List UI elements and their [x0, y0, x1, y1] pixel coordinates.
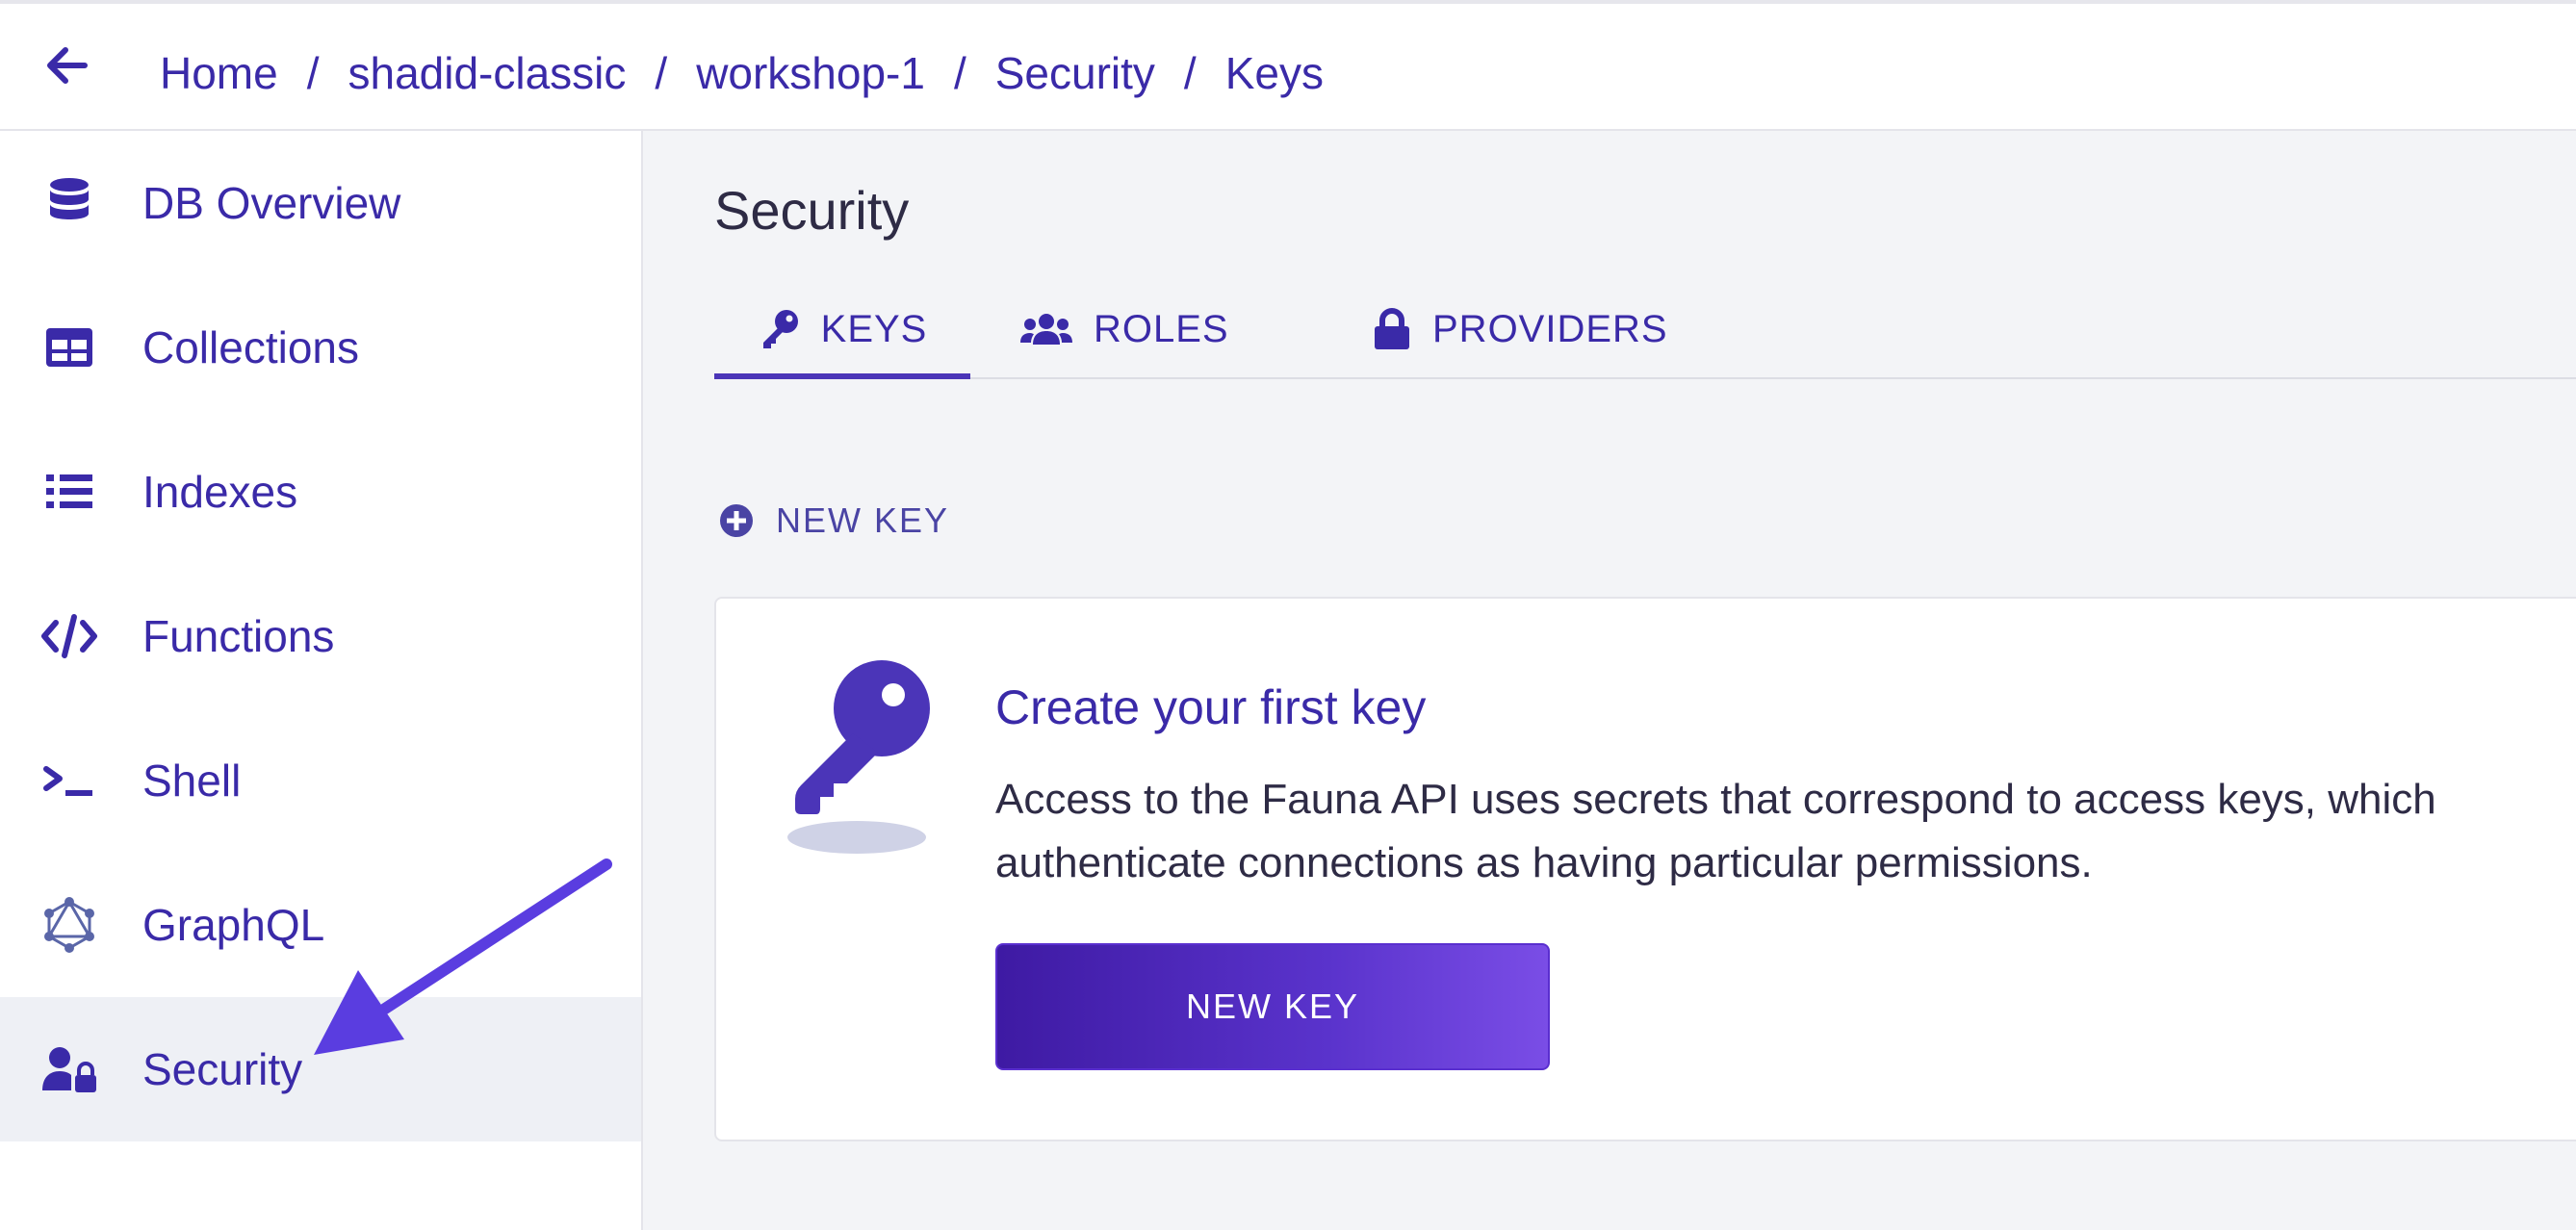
- sidebar-item-shell[interactable]: Shell: [0, 708, 641, 853]
- breadcrumb-keys[interactable]: Keys: [1225, 47, 1324, 99]
- lock-icon: [1375, 308, 1409, 349]
- code-icon: [39, 605, 100, 667]
- breadcrumb-separator: /: [953, 48, 966, 98]
- page-title: Security: [714, 180, 910, 241]
- sidebar-item-label: Indexes: [142, 467, 298, 517]
- empty-state-description: Access to the Fauna API uses secrets tha…: [995, 776, 2436, 886]
- tab-label: ROLES: [1094, 307, 1229, 350]
- breadcrumb: Home / shadid-classic / workshop-1 / Sec…: [160, 38, 1324, 108]
- sidebar-item-db-overview[interactable]: DB Overview: [0, 131, 641, 275]
- key-icon: [762, 310, 798, 348]
- annotation-arrow-icon: [314, 858, 612, 1055]
- breadcrumb-database[interactable]: workshop-1: [696, 47, 925, 99]
- tab-bar: KEYS ROLES PROVIDERS: [714, 281, 2576, 379]
- database-icon: [39, 172, 100, 234]
- table-icon: [39, 317, 100, 378]
- tab-providers[interactable]: PROVIDERS: [1373, 281, 1668, 377]
- tab-label: KEYS: [820, 307, 928, 350]
- main-panel: Security KEYS ROLES PROVIDERS NEW KEY Cr…: [643, 131, 2576, 1230]
- plus-circle-icon: [720, 504, 753, 537]
- sidebar-item-label: Collections: [142, 322, 359, 372]
- user-lock-icon: [39, 1038, 100, 1100]
- tab-keys[interactable]: KEYS: [714, 281, 970, 379]
- sidebar-item-label: GraphQL: [142, 900, 325, 950]
- breadcrumb-security[interactable]: Security: [995, 47, 1155, 99]
- sidebar-item-indexes[interactable]: Indexes: [0, 420, 641, 564]
- empty-state-card: Create your first key Access to the Faun…: [714, 597, 2576, 1141]
- sidebar-item-label: DB Overview: [142, 178, 401, 228]
- new-key-link[interactable]: NEW KEY: [718, 500, 949, 541]
- breadcrumb-home[interactable]: Home: [160, 47, 278, 99]
- key-illustration-icon: [784, 654, 938, 857]
- list-icon: [39, 461, 100, 523]
- sidebar-item-label: Shell: [142, 756, 242, 806]
- sidebar-item-functions[interactable]: Functions: [0, 564, 641, 708]
- back-arrow-icon[interactable]: [42, 40, 92, 90]
- new-key-link-label: NEW KEY: [776, 500, 950, 540]
- graphql-icon: [39, 894, 100, 956]
- tab-roles[interactable]: ROLES: [1020, 281, 1229, 377]
- users-icon: [1020, 314, 1072, 345]
- new-key-button[interactable]: NEW KEY: [995, 943, 1550, 1070]
- breadcrumb-account[interactable]: shadid-classic: [348, 47, 627, 99]
- sidebar-item-label: Security: [142, 1044, 303, 1094]
- breadcrumb-separator: /: [655, 48, 668, 98]
- empty-state-title: Create your first key: [995, 680, 1427, 734]
- terminal-icon: [39, 750, 100, 811]
- breadcrumb-separator: /: [306, 48, 320, 98]
- sidebar-item-collections[interactable]: Collections: [0, 275, 641, 420]
- header-bar: Home / shadid-classic / workshop-1 / Sec…: [0, 4, 2576, 131]
- tab-label: PROVIDERS: [1432, 307, 1668, 350]
- sidebar-item-label: Functions: [142, 611, 335, 661]
- breadcrumb-separator: /: [1183, 48, 1197, 98]
